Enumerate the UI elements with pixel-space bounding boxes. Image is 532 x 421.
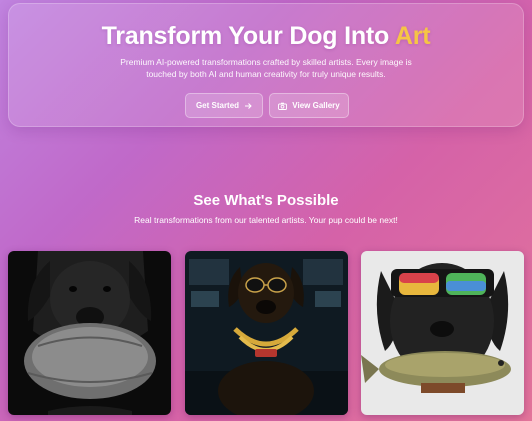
hero-title-accent: Art (394, 22, 431, 50)
gallery-card-football-dog[interactable] (8, 251, 171, 415)
hero-panel: Transform Your Dog Into Art Premium AI-p… (8, 3, 524, 127)
hero-description: Premium AI-powered transformations craft… (120, 57, 412, 79)
gallery-card-gold-chain-dog[interactable] (185, 251, 348, 415)
dog-with-football-image (8, 251, 171, 415)
get-started-button[interactable]: Get Started (185, 93, 263, 118)
hero-title: Transform Your Dog Into Art (101, 22, 431, 50)
view-gallery-label: View Gallery (292, 101, 340, 110)
view-gallery-button[interactable]: View Gallery (269, 93, 349, 118)
gallery-title: See What's Possible (193, 192, 339, 209)
dog-with-goggles-and-fish-image (361, 251, 524, 415)
get-started-label: Get Started (195, 101, 240, 110)
arrow-right-icon (244, 102, 252, 110)
gallery-subtitle: Real transformations from our talented a… (134, 215, 398, 225)
dog-with-sunglasses-and-gold-chain-image (185, 251, 348, 415)
gallery-card-fish-dog[interactable] (361, 251, 524, 415)
camera-icon (278, 102, 288, 110)
